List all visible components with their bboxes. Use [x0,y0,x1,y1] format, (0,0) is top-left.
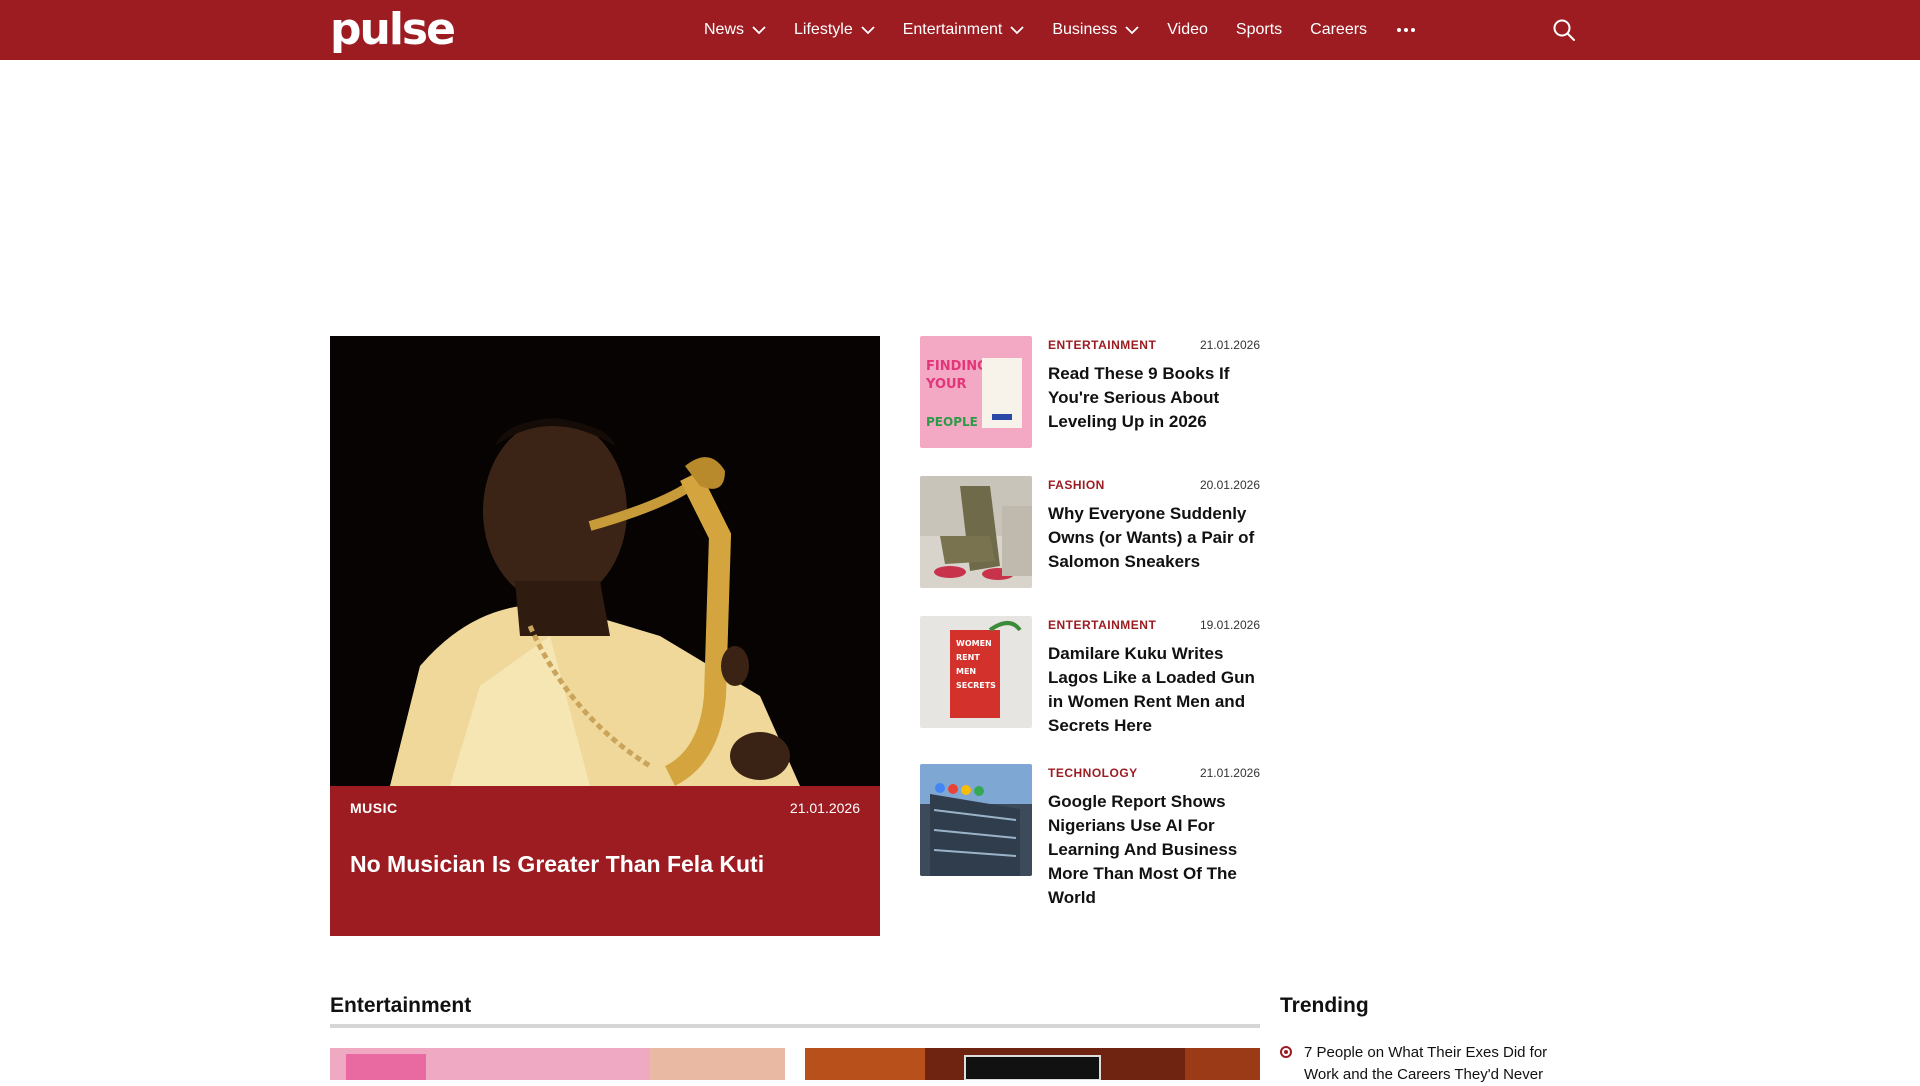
nav-item-business[interactable]: Business [1052,21,1139,39]
nav-label: Entertainment [902,21,1003,38]
article-title[interactable]: Read These 9 Books If You're Serious Abo… [1048,362,1260,434]
ellipsis-icon[interactable] [1397,28,1416,32]
hero-image [330,336,880,786]
svg-text:YOUR: YOUR [925,377,967,392]
top-navigation-bar: pulse News Lifestyle Entertainment Busin… [0,0,1920,60]
article-thumbnail [920,476,1032,588]
hero-category[interactable]: MUSIC [350,800,398,816]
chevron-down-icon [752,25,766,34]
nav-label: Video [1167,21,1208,38]
svg-text:SECRETS: SECRETS [956,681,996,690]
article-category[interactable]: TECHNOLOGY [1048,766,1138,780]
hero-article[interactable]: MUSIC 21.01.2026 No Musician Is Greater … [330,336,880,936]
article-category[interactable]: FASHION [1048,478,1105,492]
entertainment-card-image[interactable] [330,1048,785,1080]
article-date: 20.01.2026 [1199,478,1260,492]
nav-label: Lifestyle [794,21,853,38]
section-title-entertainment[interactable]: Entertainment [330,994,471,1018]
svg-text:FINDING: FINDING [926,359,988,374]
nav-label: Sports [1235,21,1283,38]
article-thumbnail [920,764,1032,876]
trending-bullet-icon [1280,1046,1292,1058]
chevron-down-icon [1125,25,1139,34]
nav-item-video[interactable]: Video [1167,21,1208,39]
hero-meta: MUSIC 21.01.2026 [350,800,860,816]
nav-label: Business [1052,21,1118,38]
trending-item-title[interactable]: 7 People on What Their Exes Did for Work… [1304,1042,1570,1086]
logo-text: pulse [330,4,456,55]
article-thumbnail: FINDING YOUR PEOPLE [920,336,1032,448]
chevron-down-icon [1010,25,1024,34]
section-divider [330,1024,1260,1028]
search-icon[interactable] [1552,18,1576,42]
section-title-trending: Trending [1280,994,1369,1017]
nav-item-sports[interactable]: Sports [1236,21,1282,39]
article-title[interactable]: Google Report Shows Nigerians Use AI For… [1048,790,1260,910]
article-date: 21.01.2026 [1199,338,1260,352]
article-category[interactable]: ENTERTAINMENT [1048,338,1156,352]
svg-text:WOMEN: WOMEN [956,639,992,648]
svg-text:MEN: MEN [956,667,976,676]
chevron-down-icon [861,25,875,34]
trending-item[interactable]: 7 People on What Their Exes Did for Work… [1280,1042,1570,1086]
svg-text:PEOPLE: PEOPLE [926,415,978,429]
nav-label: Careers [1310,21,1368,38]
nav-label: News [704,21,745,38]
article-title[interactable]: Why Everyone Suddenly Owns (or Wants) a … [1048,502,1260,574]
nav-item-news[interactable]: News [704,21,766,39]
article-title[interactable]: Damilare Kuku Writes Lagos Like a Loaded… [1048,642,1260,738]
nav-item-entertainment[interactable]: Entertainment [903,21,1025,39]
main-nav: News Lifestyle Entertainment Business Vi… [704,0,1416,60]
entertainment-card-image[interactable] [805,1048,1260,1080]
nav-item-lifestyle[interactable]: Lifestyle [794,21,875,39]
article-date: 21.01.2026 [1199,766,1260,780]
article-category[interactable]: ENTERTAINMENT [1048,618,1156,632]
nav-item-careers[interactable]: Careers [1310,21,1367,39]
pulse-logo[interactable]: pulse [330,6,456,54]
article-thumbnail: WOMEN RENT MEN SECRETS [920,616,1032,728]
svg-text:RENT: RENT [956,653,980,662]
hero-title[interactable]: No Musician Is Greater Than Fela Kuti [350,850,860,880]
hero-date: 21.01.2026 [789,800,860,816]
article-date: 19.01.2026 [1199,618,1260,632]
